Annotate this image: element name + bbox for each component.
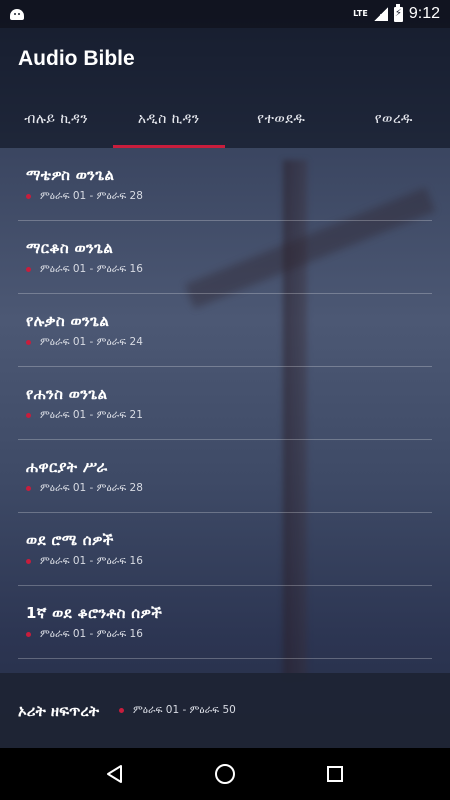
back-icon (107, 765, 122, 783)
battery-icon: ⚡ (393, 3, 403, 22)
android-notification-icon (10, 8, 24, 20)
book-title: ማርቆስ ወንጌል (26, 239, 114, 257)
list-item[interactable]: ሐዋርያት ሥራ ምዕራፍ 01 - ምዕራፍ 28 (18, 440, 432, 513)
tab-label: የተወደዱ (257, 111, 306, 127)
bullet-icon (26, 267, 31, 272)
chapter-range: ምዕራፍ 01 - ምዕራፍ 28 (40, 190, 143, 202)
status-bar: LTE ⚡ 9:12 (0, 0, 450, 28)
tab-old-testament[interactable]: ብሉይ ኪዳን (0, 90, 113, 148)
bullet-icon (26, 559, 31, 564)
now-playing-chapters: ምዕራፍ 01 - ምዕራፍ 50 (132, 704, 236, 716)
home-button[interactable] (205, 754, 245, 794)
tab-downloads[interactable]: የወረዱ (338, 90, 450, 148)
network-type: LTE (353, 9, 368, 18)
tab-favorites[interactable]: የተወደዱ (225, 90, 338, 148)
signal-icon (373, 7, 388, 21)
tab-label: ብሉይ ኪዳን (24, 111, 89, 127)
bullet-icon (118, 708, 124, 713)
list-item[interactable]: ማርቆስ ወንጌል ምዕራፍ 01 - ምዕራፍ 16 (18, 221, 432, 294)
list-item[interactable]: ወደ ሮሜ ሰዎች ምዕራፍ 01 - ምዕራፍ 16 (18, 513, 432, 586)
chapter-range: ምዕራፍ 01 - ምዕራፍ 28 (40, 482, 143, 494)
app-title: Audio Bible (18, 47, 135, 70)
chapter-range: ምዕራፍ 01 - ምዕራፍ 16 (40, 555, 143, 567)
system-nav-bar (0, 748, 450, 800)
bullet-icon (26, 413, 31, 418)
chapter-range: ምዕራፍ 01 - ምዕራፍ 16 (40, 628, 143, 640)
list-item[interactable]: የሐንስ ወንጌል ምዕራፍ 01 - ምዕራፍ 21 (18, 367, 432, 440)
bullet-icon (26, 340, 31, 345)
book-list: ማቴዎስ ወንጌል ምዕራፍ 01 - ምዕራፍ 28 ማርቆስ ወንጌል ምዕ… (18, 148, 432, 659)
book-title: የሐንስ ወንጌል (26, 385, 108, 403)
bullet-icon (26, 194, 31, 199)
book-title: ማቴዎስ ወንጌል (26, 166, 115, 184)
recents-button[interactable] (315, 754, 355, 794)
chapter-range: ምዕራፍ 01 - ምዕራፍ 21 (40, 409, 143, 421)
list-item[interactable]: ማቴዎስ ወንጌል ምዕራፍ 01 - ምዕራፍ 28 (18, 148, 432, 221)
tab-label: የወረዱ (374, 111, 413, 127)
chapter-range: ምዕራፍ 01 - ምዕራፍ 16 (40, 263, 143, 275)
tab-label: አዲስ ኪዳን (137, 111, 200, 127)
back-button[interactable] (95, 754, 135, 794)
app-bar: Audio Bible (0, 28, 450, 90)
recents-icon (327, 766, 343, 782)
book-title: ወደ ሮሜ ሰዎች (26, 531, 114, 549)
list-item[interactable]: 1ኛ ወደ ቆሮንቶስ ሰዎች ምዕራፍ 01 - ምዕራፍ 16 (18, 586, 432, 659)
now-playing-title: ኦሪት ዘፍጥረት (18, 701, 99, 720)
book-title: 1ኛ ወደ ቆሮንቶስ ሰዎች (26, 604, 163, 622)
list-item[interactable]: የሉቃስ ወንጌል ምዕራፍ 01 - ምዕራፍ 24 (18, 294, 432, 367)
chapter-range: ምዕራፍ 01 - ምዕራፍ 24 (40, 336, 143, 348)
home-icon (215, 764, 235, 784)
now-playing-bar[interactable]: ኦሪት ዘፍጥረት ምዕራፍ 01 - ምዕራፍ 50 (0, 673, 450, 748)
clock: 9:12 (408, 5, 440, 22)
book-title: የሉቃስ ወንጌል (26, 312, 110, 330)
bullet-icon (26, 486, 31, 491)
bullet-icon (26, 632, 31, 637)
tab-new-testament[interactable]: አዲስ ኪዳን (112, 90, 226, 148)
tab-bar: ብሉይ ኪዳን አዲስ ኪዳን የተወደዱ የወረዱ (0, 90, 450, 148)
book-title: ሐዋርያት ሥራ (26, 458, 108, 476)
